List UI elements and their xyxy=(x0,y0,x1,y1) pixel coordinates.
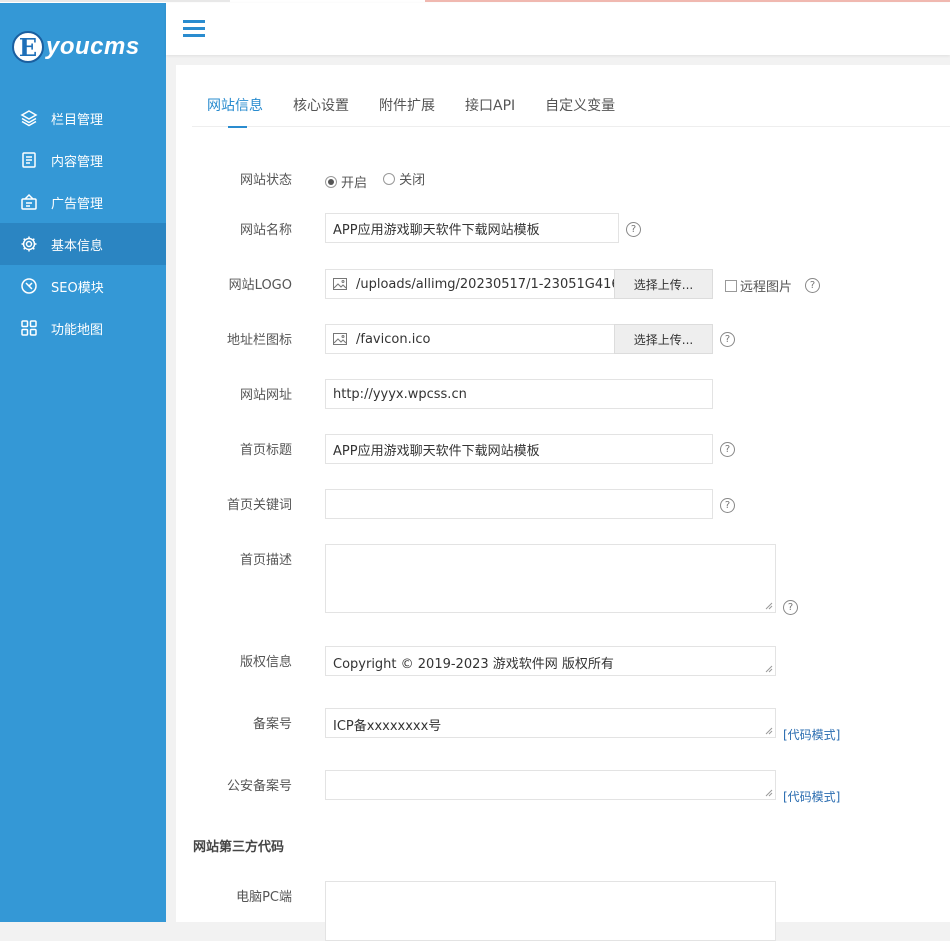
home-keywords-input[interactable] xyxy=(325,489,713,519)
help-icon[interactable]: ? xyxy=(720,442,735,457)
grid-icon xyxy=(21,320,37,336)
menu-toggle-icon[interactable] xyxy=(183,20,205,38)
police-label: 公安备案号 xyxy=(226,779,292,794)
sidebar-item-label: SEO模块 xyxy=(51,280,104,296)
resize-handle-icon[interactable] xyxy=(765,602,773,610)
police-textarea[interactable] xyxy=(325,770,776,800)
resize-handle-icon[interactable] xyxy=(765,789,773,797)
sidebar-item-basic-info[interactable]: 基本信息 xyxy=(0,223,166,265)
home-desc-label: 首页描述 xyxy=(239,553,292,568)
image-icon xyxy=(333,278,347,290)
logo-path-input[interactable]: /uploads/allimg/20230517/1-23051G416 xyxy=(325,269,615,299)
help-icon[interactable]: ? xyxy=(783,600,798,615)
seo-icon xyxy=(21,278,37,294)
sidebar-item-seo[interactable]: SEO模块 xyxy=(0,265,166,307)
home-title-label: 首页标题 xyxy=(239,443,292,458)
logo-path-value: /uploads/allimg/20230517/1-23051G416 xyxy=(356,276,615,292)
sidebar-item-label: 功能地图 xyxy=(51,322,104,338)
favicon-path-value: /favicon.ico xyxy=(356,331,431,347)
home-title-input[interactable]: APP应用游戏聊天软件下载网站模板 xyxy=(325,434,713,464)
resize-handle-icon[interactable] xyxy=(765,727,773,735)
pc-code-textarea[interactable] xyxy=(325,881,776,941)
section-title-third-party: 网站第三方代码 xyxy=(193,840,285,855)
site-name-input[interactable]: APP应用游戏聊天软件下载网站模板 xyxy=(325,213,619,243)
gear-icon xyxy=(21,236,37,252)
site-name-label: 网站名称 xyxy=(239,223,292,238)
tab-attachments[interactable]: 附件扩展 xyxy=(364,83,450,127)
pc-code-label: 电脑PC端 xyxy=(236,890,292,905)
image-icon xyxy=(333,333,347,345)
tab-custom-vars[interactable]: 自定义变量 xyxy=(530,83,630,127)
resize-handle-icon[interactable] xyxy=(765,665,773,673)
copyright-textarea[interactable]: Copyright © 2019-2023 游戏软件网 版权所有 xyxy=(325,646,776,676)
layers-icon xyxy=(20,110,38,127)
home-desc-textarea[interactable] xyxy=(325,544,776,613)
home-keywords-label: 首页关键词 xyxy=(226,498,292,513)
site-url-label: 网站网址 xyxy=(239,388,292,403)
copyright-label: 版权信息 xyxy=(239,655,292,670)
status-close-radio[interactable]: 关闭 xyxy=(383,169,425,188)
help-icon[interactable]: ? xyxy=(626,222,641,237)
top-bar xyxy=(166,3,950,55)
sidebar-item-label: 内容管理 xyxy=(51,154,104,170)
main-panel: 网站信息 核心设置 附件扩展 接口API 自定义变量 网站状态 开启 关闭 网站… xyxy=(176,65,950,941)
status-label: 网站状态 xyxy=(239,173,292,188)
sidebar-item-label: 栏目管理 xyxy=(51,112,104,128)
remote-image-checkbox[interactable]: 远程图片 xyxy=(725,276,792,295)
sidebar-item-content[interactable]: 内容管理 xyxy=(0,139,166,181)
tab-core-settings[interactable]: 核心设置 xyxy=(278,83,364,127)
tab-site-info[interactable]: 网站信息 xyxy=(192,83,278,128)
logo[interactable]: E youcms xyxy=(12,27,140,67)
logo-badge: E xyxy=(12,31,44,63)
sidebar-nav: 栏目管理 内容管理 广告管理 基本信息 SEO模块 功能地图 xyxy=(0,97,166,349)
sidebar-item-columns[interactable]: 栏目管理 xyxy=(0,97,166,139)
help-icon[interactable]: ? xyxy=(720,332,735,347)
sidebar-item-label: 基本信息 xyxy=(51,238,104,254)
logo-text: youcms xyxy=(46,33,140,60)
favicon-upload-button[interactable]: 选择上传... xyxy=(614,324,713,354)
ad-icon xyxy=(21,193,37,210)
sidebar-item-ads[interactable]: 广告管理 xyxy=(0,181,166,223)
icp-textarea[interactable]: ICP备xxxxxxxx号 xyxy=(325,708,776,738)
sidebar-item-sitemap[interactable]: 功能地图 xyxy=(0,307,166,349)
logo-upload-button[interactable]: 选择上传... xyxy=(614,269,713,299)
tab-api[interactable]: 接口API xyxy=(450,83,530,127)
favicon-label: 地址栏图标 xyxy=(226,333,292,348)
logo-label: 网站LOGO xyxy=(228,278,292,293)
site-url-input[interactable]: http://yyyx.wpcss.cn xyxy=(325,379,713,409)
tab-bar: 网站信息 核心设置 附件扩展 接口API 自定义变量 xyxy=(192,83,950,128)
icp-code-mode-link[interactable]: [代码模式] xyxy=(783,726,840,743)
sidebar-item-label: 广告管理 xyxy=(51,196,104,212)
help-icon[interactable]: ? xyxy=(720,498,735,513)
police-code-mode-link[interactable]: [代码模式] xyxy=(783,788,840,805)
status-open-radio[interactable]: 开启 xyxy=(325,172,367,191)
sidebar: E youcms 栏目管理 内容管理 广告管理 基本信息 SEO模块 功能地图 xyxy=(0,3,166,922)
help-icon[interactable]: ? xyxy=(805,278,820,293)
icp-label: 备案号 xyxy=(252,717,292,732)
document-icon xyxy=(22,152,36,168)
favicon-path-input[interactable]: /favicon.ico xyxy=(325,324,615,354)
